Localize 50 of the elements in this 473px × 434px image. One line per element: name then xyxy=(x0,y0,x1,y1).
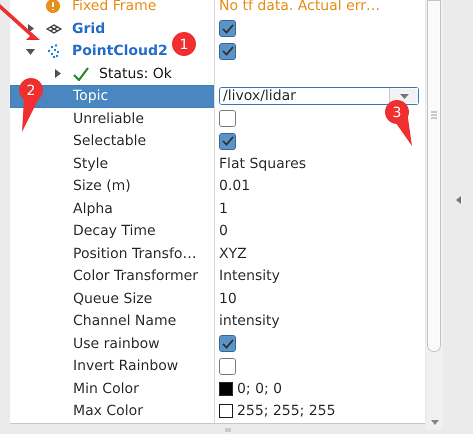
property-value[interactable]: Flat Squares xyxy=(219,156,306,172)
property-value[interactable]: 0; 0; 0 xyxy=(237,380,282,397)
property-name[interactable]: Style xyxy=(73,156,108,172)
property-name[interactable]: Max Color xyxy=(73,403,143,420)
color-swatch[interactable] xyxy=(219,404,233,418)
expander-icon[interactable] xyxy=(53,69,62,78)
collapse-arrow-icon[interactable] xyxy=(456,196,461,204)
property-value[interactable]: Intensity xyxy=(219,268,280,284)
property-name[interactable]: Topic xyxy=(73,88,108,104)
color-swatch[interactable] xyxy=(219,382,233,396)
point-cloud-icon xyxy=(46,44,60,58)
property-value[interactable]: 0 xyxy=(219,223,228,240)
checkbox[interactable] xyxy=(219,42,236,60)
display-name[interactable]: Grid xyxy=(72,20,106,37)
scrollbar[interactable] xyxy=(426,0,443,430)
property-value[interactable]: 1 xyxy=(219,200,228,217)
property-name[interactable]: Selectable xyxy=(73,133,146,150)
grip-icon xyxy=(431,111,437,119)
property-value[interactable]: intensity xyxy=(219,313,280,330)
property-name[interactable]: Channel Name xyxy=(73,313,176,330)
property-name[interactable]: Position Transfo… xyxy=(73,246,196,262)
property-name[interactable]: Alpha xyxy=(73,200,113,217)
grid-icon xyxy=(46,24,62,34)
property-value[interactable]: XYZ xyxy=(219,246,247,262)
scroll-down-icon[interactable] xyxy=(431,420,439,425)
expander-icon[interactable] xyxy=(26,46,35,56)
scrollbar-thumb[interactable] xyxy=(427,0,441,352)
annotation-badge: 1 xyxy=(172,32,196,56)
check-icon xyxy=(73,66,89,81)
checkbox[interactable] xyxy=(219,358,236,375)
property-name[interactable]: Color Transformer xyxy=(73,268,198,284)
property-name[interactable]: Unreliable xyxy=(73,110,144,127)
checkbox[interactable] xyxy=(219,335,236,352)
status-label[interactable]: Status: Ok xyxy=(99,66,172,82)
display-name[interactable]: PointCloud2 xyxy=(72,43,168,60)
checkbox[interactable] xyxy=(219,20,236,38)
property-value[interactable]: 0.01 xyxy=(219,178,250,194)
checkbox[interactable] xyxy=(219,110,236,128)
property-name[interactable]: Use rainbow xyxy=(73,336,160,352)
property-name[interactable]: Invert Rainbow xyxy=(73,358,178,374)
property-name[interactable]: Queue Size xyxy=(73,290,152,307)
property-name[interactable]: Min Color xyxy=(73,380,139,397)
property-name[interactable]: Decay Time xyxy=(73,223,156,240)
topic-combo-box[interactable]: /livox/lidar xyxy=(219,87,419,106)
property-value[interactable]: 10 xyxy=(219,290,237,307)
splitter-grip-icon[interactable] xyxy=(225,428,231,432)
checkbox[interactable] xyxy=(219,132,236,150)
annotation-arrow xyxy=(0,4,40,40)
property-name[interactable]: Size (m) xyxy=(73,178,131,194)
property-value[interactable]: 255; 255; 255 xyxy=(237,403,336,420)
